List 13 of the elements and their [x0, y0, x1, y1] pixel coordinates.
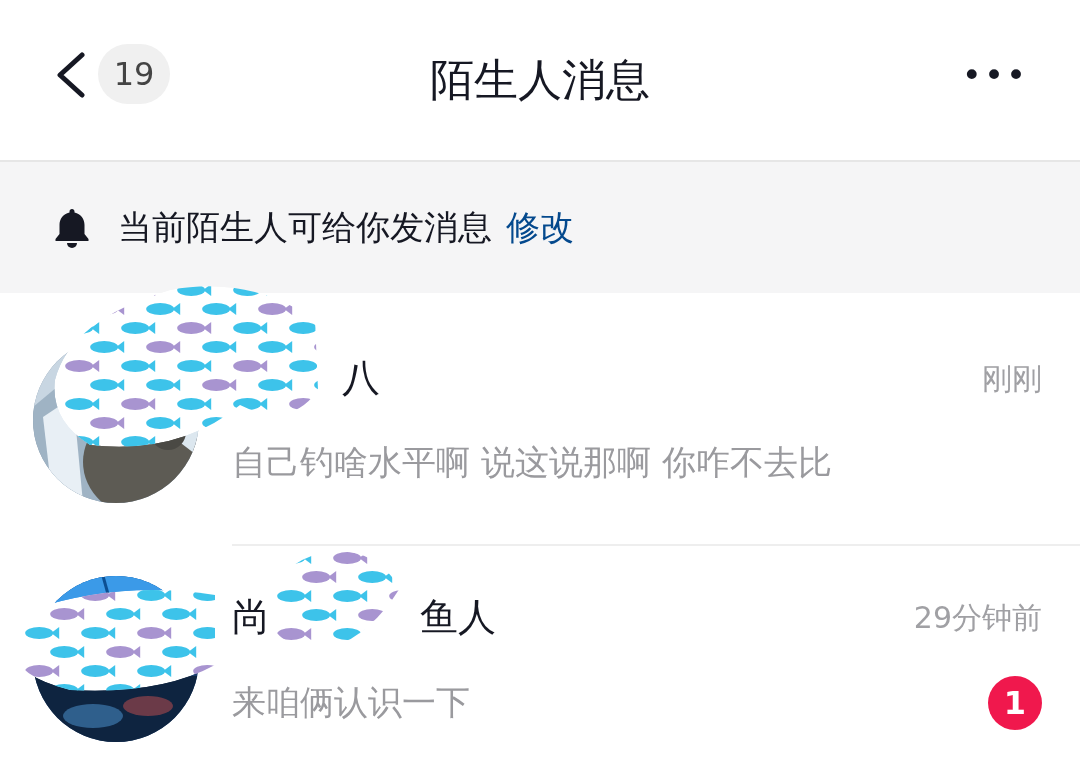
- message-time: 29分钟前: [913, 598, 1042, 637]
- contact-name: 鱼人: [420, 593, 496, 641]
- unread-count-badge: 19: [98, 44, 170, 104]
- message-time: 刚刚: [982, 359, 1042, 398]
- more-button[interactable]: •••: [961, 50, 1028, 101]
- notice-text: 当前陌生人可给你发消息: [118, 206, 492, 249]
- page-title: 陌生人消息: [430, 58, 650, 102]
- message-preview: 来咱俩认识一下: [232, 681, 470, 724]
- contact-name: 八: [342, 354, 380, 402]
- unread-badge: 1: [988, 675, 1042, 730]
- edit-link[interactable]: 修改: [506, 202, 574, 253]
- message-preview: 自己钓啥水平啊 说这说那啊 你咋不去比: [232, 440, 832, 484]
- contact-name: 尚: [232, 593, 270, 641]
